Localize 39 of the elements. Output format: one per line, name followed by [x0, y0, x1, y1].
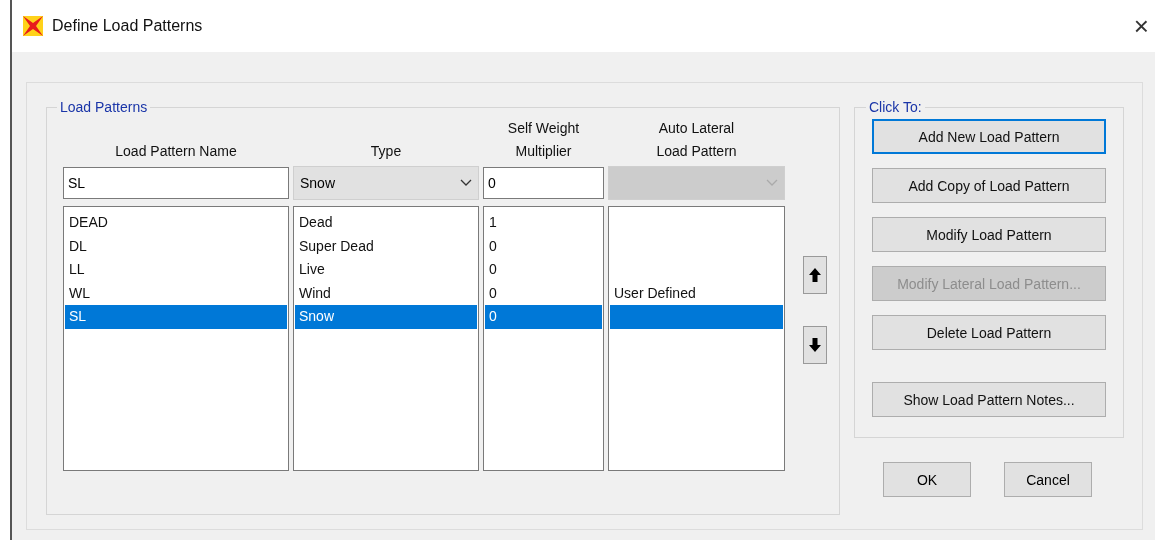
action-button[interactable]: Add Copy of Load Pattern [872, 168, 1106, 203]
action-button[interactable]: Delete Load Pattern [872, 315, 1106, 350]
group-title: Click To: [868, 99, 923, 115]
dialog-button[interactable]: Cancel [1004, 462, 1092, 497]
list-item[interactable]: SL [65, 305, 287, 329]
column-header: Type [369, 142, 403, 161]
action-button[interactable]: Modify Load Pattern [872, 217, 1106, 252]
list-item[interactable]: DL [65, 234, 287, 258]
name-field[interactable]: SL [63, 167, 289, 199]
close-button[interactable]: × [1133, 10, 1149, 42]
type-dropdown[interactable]: Snow [293, 166, 479, 200]
list-item[interactable]: 0 [485, 281, 602, 305]
move-down-button[interactable] [803, 326, 827, 364]
window-title: Define Load Patterns [52, 17, 204, 35]
list-item[interactable]: Super Dead [295, 234, 477, 258]
dialog-button[interactable]: OK [883, 462, 971, 497]
multiplier-field[interactable]: 0 [483, 167, 604, 199]
column-header: Auto Lateral Load Pattern [655, 119, 738, 161]
list-item[interactable]: Dead [295, 211, 477, 235]
action-button[interactable]: Show Load Pattern Notes... [872, 382, 1106, 417]
column-header: Self Weight Multiplier [506, 119, 581, 161]
list-item[interactable]: 0 [485, 305, 602, 329]
list-item[interactable]: LL [65, 258, 287, 282]
list-item[interactable]: Wind [295, 281, 477, 305]
action-button[interactable]: Add New Load Pattern [872, 119, 1106, 154]
app-logo-icon [22, 15, 44, 37]
list-item[interactable]: DEAD [65, 211, 287, 235]
up-arrow-icon [809, 268, 821, 282]
list-item[interactable]: 1 [485, 211, 602, 235]
column-header: Load Pattern Name [114, 142, 238, 161]
down-arrow-icon [809, 338, 821, 352]
group-title: Load Patterns [59, 99, 149, 115]
list-item[interactable]: User Defined [610, 281, 783, 305]
list-item[interactable]: Snow [295, 305, 477, 329]
list-item[interactable]: Live [295, 258, 477, 282]
list-item[interactable]: 0 [485, 234, 602, 258]
list-item[interactable]: 0 [485, 258, 602, 282]
list-item[interactable]: WL [65, 281, 287, 305]
move-up-button[interactable] [803, 256, 827, 294]
